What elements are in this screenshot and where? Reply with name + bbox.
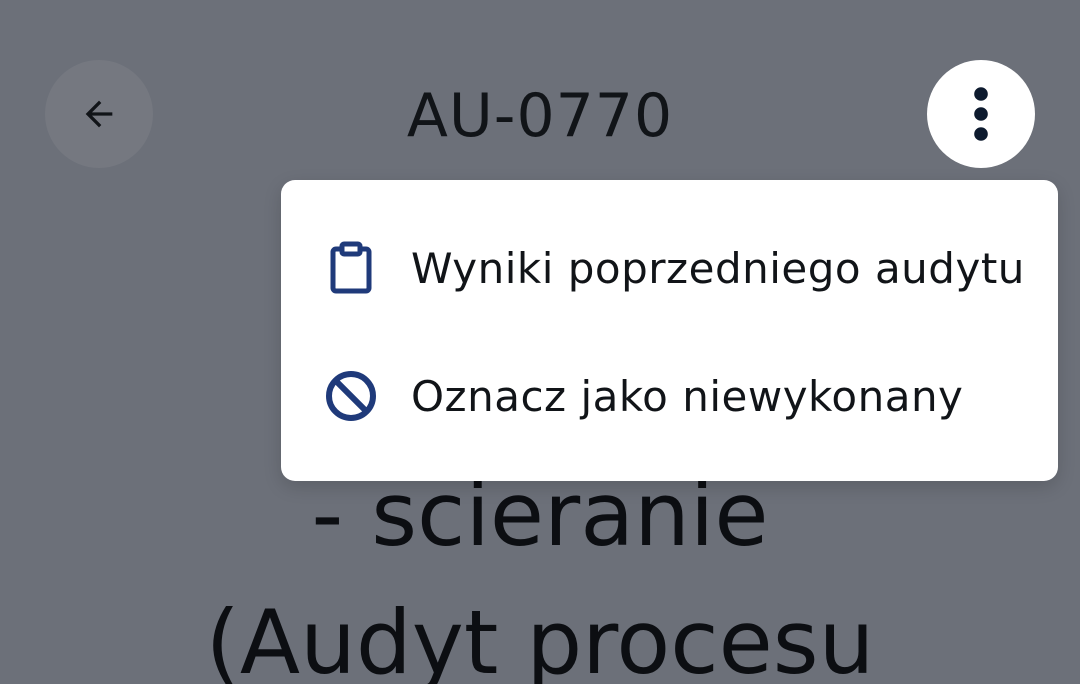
options-menu: Wyniki poprzedniego audytu Oznacz jako n… — [281, 180, 1058, 481]
menu-item-previous-audit-results[interactable]: Wyniki poprzedniego audytu — [281, 204, 1058, 332]
more-options-button[interactable] — [927, 60, 1035, 168]
more-vertical-icon — [974, 87, 988, 141]
screen: P pro - scieranie (Audyt procesu AU-0770… — [0, 0, 1080, 684]
block-icon — [323, 368, 379, 424]
menu-item-mark-not-done[interactable]: Oznacz jako niewykonany — [281, 332, 1058, 460]
clipboard-icon — [323, 240, 379, 296]
menu-item-label: Wyniki poprzedniego audytu — [411, 243, 1025, 293]
heading-line: (Audyt procesu — [205, 591, 875, 684]
menu-item-label: Oznacz jako niewykonany — [411, 371, 964, 421]
page-title: AU-0770 — [406, 81, 674, 151]
